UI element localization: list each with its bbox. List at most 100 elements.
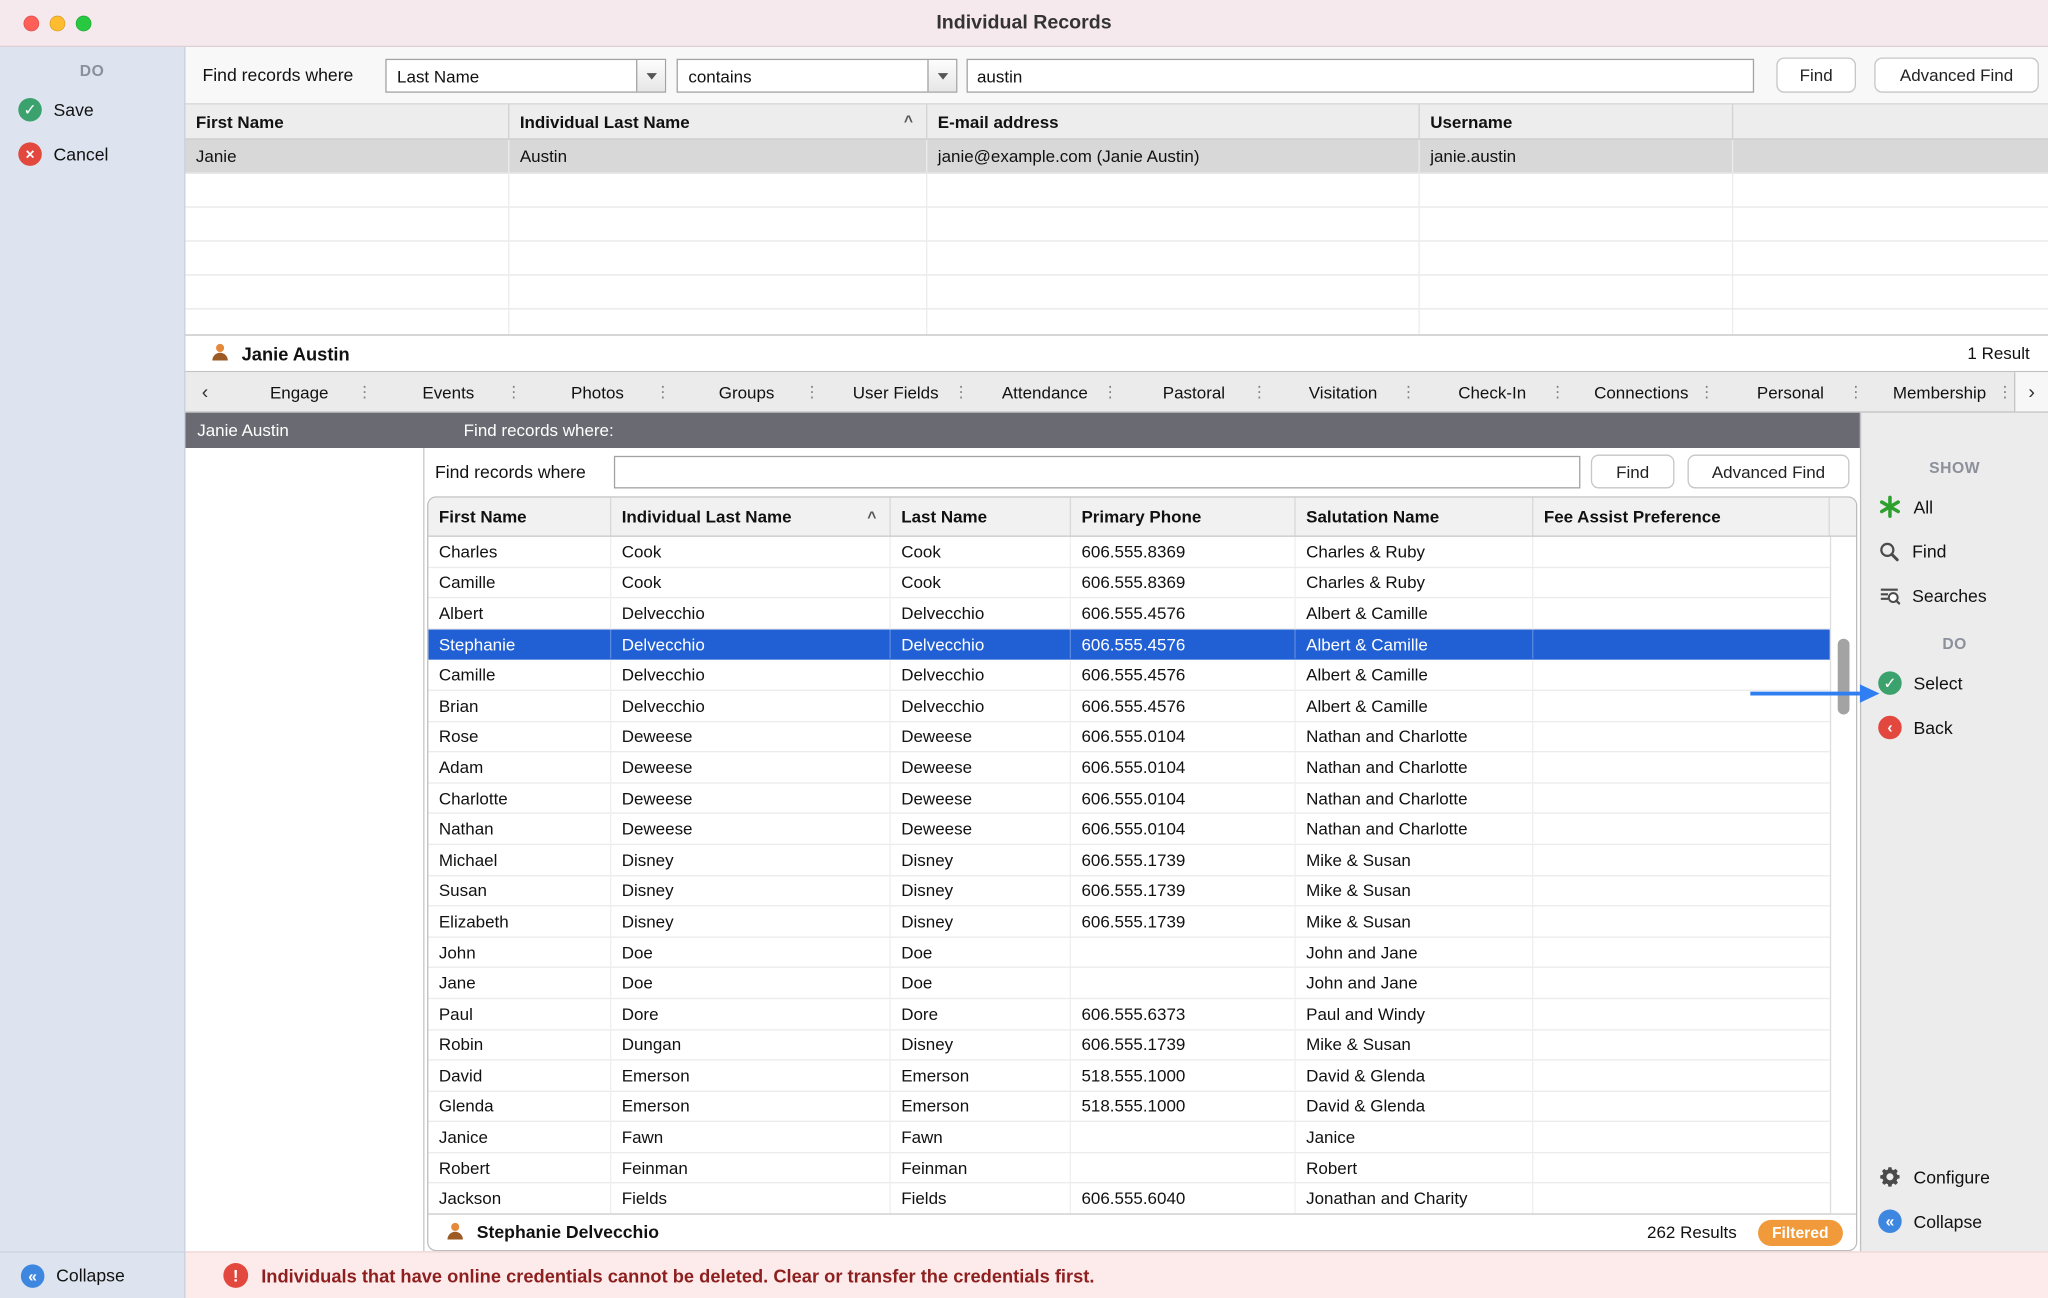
person-row-jane-doe[interactable]: JaneDoeDoeJohn and Jane [428,968,1829,999]
person-row-paul-dore[interactable]: PaulDoreDore606.555.6373Paul and Windy [428,999,1829,1030]
tab-groups[interactable]: Groups⋮ [672,372,821,411]
tab-user-fields[interactable]: User Fields⋮ [821,372,970,411]
tab-menu-icon[interactable]: ⋮ [1102,383,1118,401]
column-header-primary-phone[interactable]: Primary Phone [1071,498,1296,536]
person-row-albert-delvecchio[interactable]: AlbertDelvecchioDelvecchio606.555.4576Al… [428,598,1829,629]
tab-menu-icon[interactable]: ⋮ [506,383,522,401]
person-row-nathan-deweese[interactable]: NathanDeweeseDeweese606.555.0104Nathan a… [428,814,1829,845]
inner-find-button[interactable]: Find [1591,455,1675,489]
column-header-salutation-name[interactable]: Salutation Name [1296,498,1534,536]
person-avatar-icon [209,340,231,362]
person-row-john-doe[interactable]: JohnDoeDoeJohn and Jane [428,937,1829,968]
tab-menu-icon[interactable]: ⋮ [357,383,373,401]
search-query-input[interactable] [967,59,1755,93]
column-header-first-name[interactable]: First Name [428,498,611,536]
tab-visitation[interactable]: Visitation ⋮ [1269,372,1418,411]
tab-menu-icon[interactable]: ⋮ [655,383,671,401]
tab-scroll-right-icon[interactable]: › [2014,372,2048,411]
tab-events[interactable]: Events⋮ [374,372,523,411]
sidebar-collapse-button[interactable]: « Collapse [0,1251,185,1298]
sidebar-item-cancel[interactable]: ×Cancel [0,132,184,176]
cell: Delvecchio [611,598,891,628]
tab-menu-icon[interactable]: ⋮ [953,383,969,401]
cell: Emerson [611,1092,891,1122]
inner-search-input[interactable] [614,456,1581,489]
advanced-find-button[interactable]: Advanced Find [1874,57,2039,92]
tab-menu-icon[interactable]: ⋮ [1550,383,1566,401]
person-row-jackson-fields[interactable]: JacksonFieldsFields606.555.6040Jonathan … [428,1184,1829,1213]
person-row-robin-dungan[interactable]: RobinDunganDisney606.555.1739Mike & Susa… [428,1030,1829,1061]
tab-menu-icon[interactable]: ⋮ [1401,383,1417,401]
person-row-susan-disney[interactable]: SusanDisneyDisney606.555.1739Mike & Susa… [428,876,1829,907]
cell: Disney [891,907,1071,937]
tab-label: Connections [1594,382,1688,402]
inner-advanced-find-button[interactable]: Advanced Find [1688,455,1850,489]
field-dropdown[interactable]: Last Name [385,59,666,93]
tab-engage[interactable]: Engage⋮ [225,372,374,411]
tab-menu-icon[interactable]: ⋮ [1252,383,1268,401]
cell: 606.555.6373 [1071,999,1296,1029]
minimize-window-button[interactable] [50,16,66,32]
column-header-individual-last-name[interactable]: Individual Last Name^ [509,104,927,138]
person-row-robert-feinman[interactable]: RobertFeinmanFeinmanRobert [428,1153,1829,1184]
find-button[interactable]: Find [1776,57,1856,92]
tab-label: Visitation [1309,382,1378,402]
cell: Delvecchio [891,598,1071,628]
person-row-david-emerson[interactable]: DavidEmersonEmerson518.555.1000David & G… [428,1061,1829,1092]
tab-photos[interactable]: Photos⋮ [523,372,672,411]
operator-dropdown[interactable]: contains [677,59,958,93]
result-row[interactable]: JanieAustinjanie@example.com (Janie Aust… [185,140,2048,174]
person-row-camille-delvecchio[interactable]: CamilleDelvecchioDelvecchio606.555.4576A… [428,660,1829,691]
sidebar-item-collapse[interactable]: «Collapse [1861,1199,2048,1243]
tree-panel[interactable] [185,448,424,1251]
person-row-janice-fawn[interactable]: JaniceFawnFawnJanice [428,1122,1829,1153]
column-header-last-name[interactable]: Last Name [891,498,1071,536]
tab-connections[interactable]: Connections ⋮ [1567,372,1716,411]
column-header-individual-last-name[interactable]: Individual Last Name^ [611,498,891,536]
person-row-brian-delvecchio[interactable]: BrianDelvecchioDelvecchio606.555.4576Alb… [428,691,1829,722]
person-row-stephanie-delvecchio[interactable]: StephanieDelvecchioDelvecchio606.555.457… [428,629,1829,660]
column-header-first-name[interactable]: First Name [185,104,509,138]
sidebar-item-save[interactable]: ✓Save [0,88,184,132]
tab-scroll-left-icon[interactable]: ‹ [185,372,224,411]
sidebar-item-configure[interactable]: Configure [1861,1155,2048,1199]
close-window-button[interactable] [24,16,40,32]
person-row-adam-deweese[interactable]: AdamDeweeseDeweese606.555.0104Nathan and… [428,753,1829,784]
tab-pastoral[interactable]: Pastoral⋮ [1119,372,1268,411]
tab-menu-icon[interactable]: ⋮ [1848,383,1864,401]
person-row-charlotte-deweese[interactable]: CharlotteDeweeseDeweese606.555.0104Natha… [428,783,1829,814]
tab-membership[interactable]: Membership⋮ [1865,372,2014,411]
person-row-rose-deweese[interactable]: RoseDeweeseDeweese606.555.0104Nathan and… [428,722,1829,753]
results-table-body: JanieAustinjanie@example.com (Janie Aust… [185,140,2048,335]
tab-attendance[interactable]: Attendance⋮ [970,372,1119,411]
tab-menu-icon[interactable]: ⋮ [1997,383,2013,401]
show-item-searches[interactable]: Searches [1861,573,2048,617]
cell [1533,1030,1829,1060]
tab-personal[interactable]: Personal⋮ [1716,372,1865,411]
show-item-all[interactable]: All [1861,485,2048,529]
scrollbar-track[interactable] [1830,537,1856,1214]
column-header-username[interactable]: Username [1420,104,1733,138]
person-row-elizabeth-disney[interactable]: ElizabethDisneyDisney606.555.1739Mike & … [428,907,1829,938]
person-row-charles-cook[interactable]: CharlesCookCook606.555.8369Charles & Rub… [428,537,1829,568]
cell: David & Glenda [1296,1061,1534,1091]
cell: Fields [891,1184,1071,1213]
tab-menu-icon[interactable]: ⋮ [1699,383,1715,401]
show-item-find[interactable]: Find [1861,529,2048,573]
cell: Albert [428,598,611,628]
tab-menu-icon[interactable]: ⋮ [804,383,820,401]
column-header-e-mail-address[interactable]: E-mail address [927,104,1419,138]
person-row-camille-cook[interactable]: CamilleCookCook606.555.8369Charles & Rub… [428,568,1829,599]
person-row-michael-disney[interactable]: MichaelDisneyDisney606.555.1739Mike & Su… [428,845,1829,876]
cell: Delvecchio [891,660,1071,690]
do-item-back[interactable]: ‹Back [1861,705,2048,749]
chevron-down-icon[interactable] [927,60,956,91]
cell [1071,968,1296,998]
zoom-window-button[interactable] [76,16,92,32]
cell: Charlotte [428,783,611,813]
do-item-select[interactable]: ✓Select [1861,661,2048,705]
tab-check-in[interactable]: Check-In⋮ [1418,372,1567,411]
chevron-down-icon[interactable] [636,60,665,91]
column-header-fee-assist-preference[interactable]: Fee Assist Preference [1533,498,1829,536]
person-row-glenda-emerson[interactable]: GlendaEmersonEmerson518.555.1000David & … [428,1092,1829,1123]
